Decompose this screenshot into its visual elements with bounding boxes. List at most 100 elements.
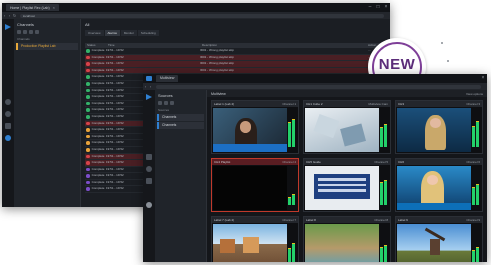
status-text: Complete <box>91 107 105 112</box>
table-row[interactable]: Complete19:51 - 19:52 ID01 - Wrong playli… <box>85 61 386 68</box>
sources-panel: Sources Sources Channels Channels <box>155 90 207 262</box>
sparkle-dot <box>441 42 443 44</box>
multiview-tile[interactable]: CH3 Channel 3 <box>395 100 483 154</box>
status-cell: Complete <box>85 48 106 54</box>
time-cell: 19:51 - 19:52 <box>106 127 124 132</box>
app-logo-icon <box>5 24 11 30</box>
maximize-icon[interactable]: □ <box>374 3 382 12</box>
add-icon[interactable] <box>158 101 162 105</box>
close-window-icon[interactable]: × <box>479 74 487 83</box>
url-field[interactable] <box>156 84 481 89</box>
status-text: Complete <box>91 61 105 66</box>
address-bar: ‹ › <box>143 83 487 90</box>
audio-meter-right <box>476 120 479 147</box>
status-cell: Complete <box>85 101 106 107</box>
user-icon[interactable] <box>5 111 11 117</box>
status-icon <box>86 101 90 106</box>
gear-icon[interactable] <box>146 202 152 208</box>
status-cell: Complete <box>85 121 106 127</box>
edit-icon[interactable] <box>164 101 168 105</box>
status-text: Complete <box>91 87 105 92</box>
status-text: Complete <box>91 74 105 79</box>
status-cell: Complete <box>85 68 106 74</box>
status-cell: Complete <box>85 160 106 166</box>
video-icon[interactable] <box>146 178 152 184</box>
sidebar-item-playlist[interactable]: Production Playlist Lab <box>16 43 78 50</box>
tab-overview[interactable]: Overview <box>85 30 104 36</box>
forward-arrow-icon[interactable]: › <box>148 84 153 89</box>
table-row[interactable]: Complete19:51 - 19:52 ID01 - Wrong playli… <box>85 54 386 62</box>
badge-text: NEW <box>378 56 416 73</box>
time-cell: 19:51 - 19:52 <box>106 140 124 145</box>
view-options-button[interactable]: View options <box>466 92 483 96</box>
multiview-tile[interactable]: CH4 Playlist Channel 4 <box>211 158 299 212</box>
tab-alarms[interactable]: Alarms <box>104 30 120 36</box>
status-cell: Complete <box>85 147 106 153</box>
sidebar-item-channels-2[interactable]: Channels <box>157 122 204 129</box>
status-icon <box>86 161 90 165</box>
audio-meter-right <box>292 243 295 262</box>
settings-icon[interactable] <box>5 99 11 105</box>
time-cell: 19:51 - 19:52 <box>106 100 124 105</box>
close-tab-icon[interactable]: × <box>53 5 55 10</box>
reload-icon[interactable]: ↻ <box>12 13 17 18</box>
url-field[interactable]: localhost <box>20 13 384 18</box>
video-thumbnail <box>397 224 471 262</box>
status-icon <box>86 108 90 112</box>
tile-header: Label 1 (Lab 2) Channel 1 <box>212 101 298 107</box>
multiview-tile[interactable]: Label 1 (Lab 2) Channel 1 <box>211 100 299 154</box>
list-icon[interactable] <box>146 154 152 160</box>
multiview-tile[interactable]: CH1 Cube 2 Multiview Cam <box>303 100 391 154</box>
app-tab-icon <box>146 76 152 81</box>
app-logo-icon <box>146 94 152 100</box>
tile-label: CH1 Cube 2 <box>306 102 323 106</box>
multiview-tile[interactable]: Label 9 Channel 9 <box>395 216 483 262</box>
refresh-icon[interactable] <box>35 30 39 34</box>
status-text: Complete <box>91 146 105 151</box>
address-bar: ‹ › ↻ localhost <box>2 12 390 19</box>
tile-header: CH3 Channel 3 <box>396 101 482 107</box>
delete-icon[interactable] <box>170 101 174 105</box>
status-icon <box>86 147 90 152</box>
status-text: Complete <box>91 140 105 145</box>
multiview-tile[interactable]: CH6 Channel 6 <box>395 158 483 212</box>
status-icon <box>86 55 90 60</box>
status-cell: Complete <box>85 154 106 160</box>
monitor-icon[interactable] <box>146 166 152 172</box>
tile-header: CH4 Playlist Channel 4 <box>212 159 298 165</box>
minimize-icon[interactable]: – <box>366 3 374 12</box>
tile-header: Label 8 Channel 8 <box>304 217 390 223</box>
tile-header: Label 9 Channel 9 <box>396 217 482 223</box>
add-icon[interactable] <box>17 30 21 34</box>
browser-tab[interactable]: Home | Playlist Rec (Lab) × <box>6 4 59 11</box>
time-cell: 19:51 - 19:52 <box>106 120 124 125</box>
table-row[interactable]: Complete19:51 - 19:52 ID01 - Wrong playli… <box>85 48 386 55</box>
edit-icon[interactable] <box>23 30 27 34</box>
status-icon <box>86 81 90 86</box>
multiview-tile[interactable]: Label 7 (Lab 2) Channel 7 <box>211 216 299 262</box>
audio-meters <box>472 113 480 147</box>
delete-icon[interactable] <box>29 30 33 34</box>
tab-scheduling[interactable]: Scheduling <box>137 30 159 36</box>
time-cell: 19:51 - 19:52 <box>106 153 124 158</box>
time-cell: 19:51 - 19:52 <box>106 173 124 178</box>
tile-header: CH5 Guide Channel 5 <box>304 159 390 165</box>
tile-channel: Channel 7 <box>282 218 296 222</box>
monitor-icon[interactable] <box>5 123 11 129</box>
status-icon <box>86 174 90 178</box>
tile-header: CH1 Cube 2 Multiview Cam <box>304 101 390 107</box>
status-icon <box>86 68 90 73</box>
tab-monitor[interactable]: Monitor <box>120 30 137 36</box>
status-cell: Complete <box>85 61 106 67</box>
status-text: Complete <box>91 173 105 178</box>
audio-meter-right <box>384 123 387 147</box>
status-icon <box>86 134 90 139</box>
video-thumbnail <box>305 224 379 262</box>
gear-icon[interactable] <box>5 135 11 141</box>
status-text: Complete <box>91 48 105 52</box>
multiview-tile[interactable]: Label 8 Channel 8 <box>303 216 391 262</box>
close-window-icon[interactable]: × <box>382 3 390 12</box>
multiview-tile[interactable]: CH5 Guide Channel 5 <box>303 158 391 212</box>
sidebar-item-channels[interactable]: Channels <box>157 114 204 121</box>
browser-tab[interactable]: Multiview <box>156 75 179 82</box>
